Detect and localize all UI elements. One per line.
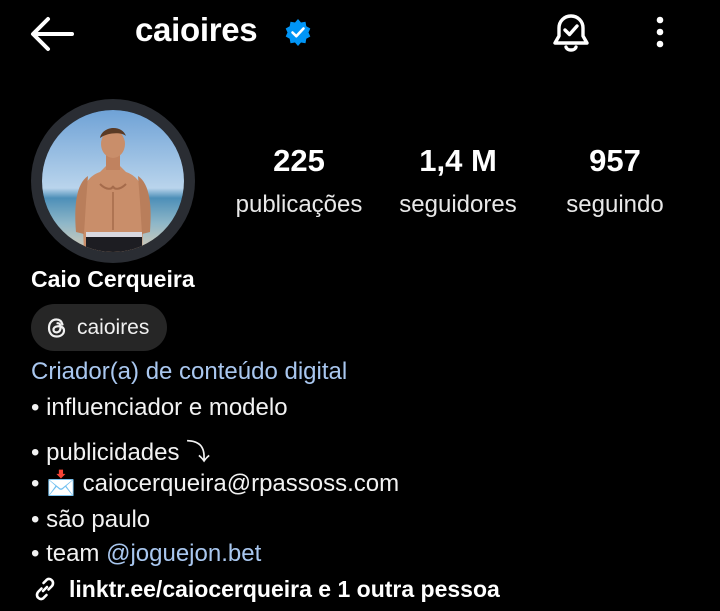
threads-profile-button[interactable]: caioires [31, 304, 168, 351]
followers-count: 1,4 M [419, 143, 497, 178]
notification-bell-icon [553, 14, 589, 52]
link-icon [35, 577, 55, 601]
bio-team-text: • team [31, 540, 107, 567]
profile-category: Criador(a) de conteúdo digital [31, 358, 348, 385]
threads-username: caioires [77, 315, 150, 339]
more-vertical-icon [656, 16, 664, 48]
bio-line-2: • publicidades ⤵ [31, 439, 211, 466]
notifications-bell-button[interactable] [548, 12, 594, 56]
bio-line-1: • influenciador e modelo [31, 394, 288, 421]
threads-icon [47, 317, 66, 338]
posts-label: publicações [235, 191, 363, 218]
verified-badge-icon [284, 18, 312, 46]
bio-line-5: • team @joguejon.bet [31, 540, 261, 568]
inbox-emoji-icon: 📩 [46, 470, 76, 497]
following-count: 957 [589, 143, 641, 178]
stat-followers[interactable]: 1,4 M seguidores [378, 143, 538, 219]
back-button[interactable] [28, 14, 76, 54]
profile-link-label: linktr.ee/caiocerqueira e 1 outra pessoa [69, 575, 500, 602]
posts-count: 225 [273, 143, 325, 178]
arrow-left-icon [31, 17, 74, 51]
followers-label: seguidores [399, 191, 517, 218]
bio-email: caiocerqueira@rpassoss.com [82, 470, 400, 497]
stat-following[interactable]: 957 seguindo [535, 143, 695, 219]
profile-username: caioires [135, 11, 258, 48]
profile-full-name: Caio Cerqueira [31, 266, 195, 292]
bio-bullet: • [31, 470, 47, 497]
bio-line-4: • são paulo [31, 506, 151, 533]
profile-photo [42, 110, 184, 252]
avatar[interactable] [42, 110, 184, 252]
following-label: seguindo [566, 191, 664, 218]
profile-link[interactable]: linktr.ee/caiocerqueira e 1 outra pessoa [31, 575, 500, 603]
bio-mention-link[interactable]: @joguejon.bet [106, 540, 261, 567]
bio-line-3: • 📩 caiocerqueira@rpassoss.com [31, 469, 399, 498]
more-options-button[interactable] [646, 14, 674, 54]
stat-posts[interactable]: 225 publicações [219, 143, 379, 219]
